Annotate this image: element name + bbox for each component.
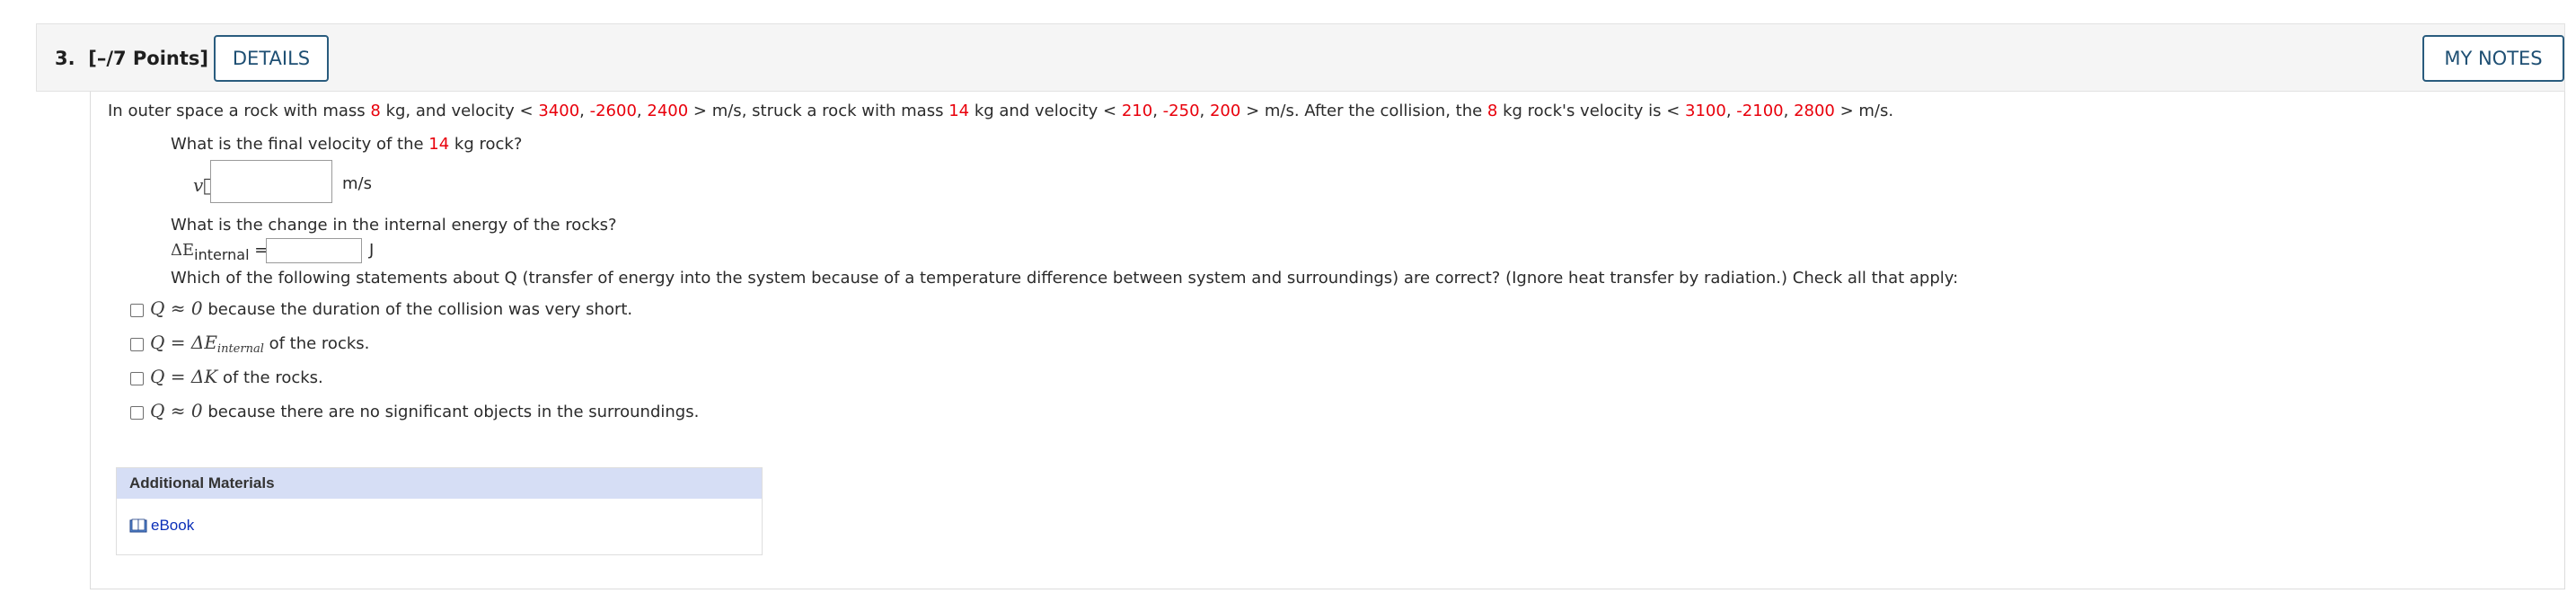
mass-2: 14 (948, 102, 970, 120)
option-1-label: Q ≈ 0 because the duration of the collis… (150, 297, 632, 319)
mass-1: 8 (370, 102, 381, 120)
option-4-math: Q ≈ 0 (150, 400, 203, 421)
problem-text: > m/s, struck a rock with mass (688, 102, 949, 120)
part1-mass: 14 (428, 135, 450, 154)
option-3-checkbox[interactable] (130, 372, 144, 385)
question-number-text: 3. (55, 48, 75, 69)
additional-materials: Additional Materials eBook (116, 467, 763, 555)
option-4-text: because there are no significant objects… (202, 403, 700, 421)
problem-text: In outer space a rock with mass (108, 102, 371, 120)
final-velocity-unit: m/s (342, 174, 372, 193)
ebook-link[interactable]: eBook (129, 517, 194, 535)
problem-text: kg rock's velocity is < (1497, 102, 1686, 120)
final-velocity-input[interactable] (210, 160, 332, 203)
question-number: 3. [–/7 Points] (55, 24, 208, 93)
comma: , (579, 102, 590, 120)
delta-e-symbol: ΔE (171, 241, 195, 260)
velocity-3-x: 3100 (1685, 102, 1726, 120)
option-1-checkbox[interactable] (130, 304, 144, 317)
option-4-label: Q ≈ 0 because there are no significant o… (150, 400, 699, 421)
internal-energy-input[interactable] (266, 238, 362, 263)
option-2-math-subscript: internal (216, 342, 264, 356)
part1-question-text: kg rock? (449, 135, 523, 154)
details-button[interactable]: DETAILS (214, 35, 329, 82)
velocity-3-y: -2100 (1736, 102, 1784, 120)
problem-text: kg and velocity < (969, 102, 1122, 120)
internal-energy-unit: J (369, 241, 375, 260)
problem-text: > m/s. After the collision, the (1240, 102, 1487, 120)
velocity-3-z: 2800 (1794, 102, 1835, 120)
option-3-math: Q = ΔK (150, 366, 218, 387)
velocity-1-x: 3400 (538, 102, 580, 120)
option-2-checkbox[interactable] (130, 338, 144, 351)
option-2-text: of the rocks. (263, 334, 370, 353)
velocity-1-z: 2400 (647, 102, 689, 120)
question-header: 3. [–/7 Points] DETAILS MY NOTES (36, 23, 2565, 92)
comma: , (636, 102, 648, 120)
comma: , (1199, 102, 1210, 120)
option-2-math: Q = ΔE (150, 332, 217, 353)
part2-question: What is the change in the internal energ… (171, 216, 617, 235)
part1-question: What is the final velocity of the 14 kg … (171, 135, 522, 154)
option-4-checkbox[interactable] (130, 406, 144, 420)
internal-subscript: internal (194, 246, 250, 263)
comma: , (1152, 102, 1163, 120)
question-body: In outer space a rock with mass 8 kg, an… (90, 92, 2565, 589)
problem-text: > m/s. (1834, 102, 1894, 120)
internal-energy-label: ΔEinternal = (171, 241, 268, 263)
comma: , (1725, 102, 1737, 120)
option-2-label: Q = ΔEinternal of the rocks. (150, 332, 369, 356)
comma: , (1783, 102, 1795, 120)
problem-text: kg, and velocity < (380, 102, 539, 120)
mass-1-repeat: 8 (1486, 102, 1498, 120)
question-points: [–/7 Points] (88, 48, 209, 69)
option-3-text: of the rocks. (217, 368, 323, 387)
option-3-label: Q = ΔK of the rocks. (150, 366, 323, 387)
ebook-label[interactable]: eBook (151, 517, 194, 535)
velocity-1-y: -2600 (589, 102, 637, 120)
velocity-2-x: 210 (1121, 102, 1153, 120)
option-1-math: Q ≈ 0 (150, 297, 203, 319)
problem-statement: In outer space a rock with mass 8 kg, an… (108, 102, 1893, 120)
velocity-2-y: -250 (1162, 102, 1200, 120)
additional-materials-title: Additional Materials (117, 468, 762, 499)
my-notes-button[interactable]: MY NOTES (2422, 35, 2564, 82)
velocity-2-z: 200 (1209, 102, 1241, 120)
book-icon (129, 518, 147, 533)
part3-question: Which of the following statements about … (171, 269, 1959, 288)
part1-question-text: What is the final velocity of the (171, 135, 429, 154)
option-1-text: because the duration of the collision wa… (202, 300, 633, 319)
